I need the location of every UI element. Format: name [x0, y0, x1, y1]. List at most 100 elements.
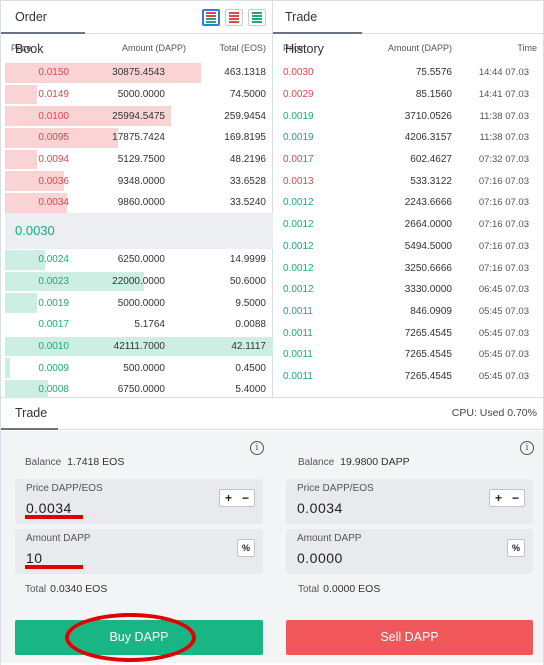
bid-total: 50.6000	[229, 276, 266, 288]
column-amount: Amount (DAPP)	[121, 43, 186, 53]
view-bids-icon[interactable]	[248, 9, 266, 26]
sell-amount-field[interactable]: Amount DAPP 0.0000 %	[286, 529, 533, 574]
ask-row[interactable]: 0.0095 17875.7424 169.8195	[1, 127, 272, 149]
trade-price: 0.0012	[283, 284, 314, 296]
price-label: Price DAPP/EOS	[26, 483, 103, 494]
ask-row[interactable]: 0.0149 5000.0000 74.5000	[1, 84, 272, 106]
total-value: 0.0000 EOS	[323, 583, 381, 595]
bid-row[interactable]: 0.0017 5.1764 0.0088	[1, 314, 272, 336]
bid-total: 0.4500	[235, 362, 266, 374]
view-both-icon[interactable]	[202, 9, 220, 26]
ask-amount: 5000.0000	[117, 89, 165, 101]
trade-amount: 3710.0526	[404, 110, 452, 122]
tab-trade[interactable]: Trade	[1, 398, 58, 430]
trade-time: 06:45 07.03	[478, 284, 529, 296]
trade-history-row: 0.0029 85.1560 14:41 07.03	[273, 84, 543, 106]
trade-header: Trade CPU: Used 0.70%	[1, 398, 543, 430]
trade-amount: 533.3122	[410, 175, 452, 187]
trade-amount: 5494.5000	[404, 240, 452, 252]
ask-amount: 5129.7500	[117, 154, 165, 166]
bid-row[interactable]: 0.0010 42111.7000 42.1117	[1, 336, 273, 358]
info-icon[interactable]: i	[250, 441, 264, 455]
trade-price: 0.0011	[283, 370, 313, 382]
trade-history-row: 0.0019 3710.0526 11:38 07.03	[273, 105, 543, 127]
ask-amount: 17875.7424	[112, 132, 165, 144]
info-icon[interactable]: i	[520, 441, 534, 455]
order-book-header: Order Book	[1, 1, 272, 56]
sell-form: i Balance 19.9800 DAPP Price DAPP/EOS 0.0…	[272, 431, 543, 663]
bid-row[interactable]: 0.0023 22000.0000 50.6000	[1, 271, 272, 293]
sell-button[interactable]: Sell DAPP	[286, 620, 533, 655]
trade-price: 0.0012	[283, 219, 314, 231]
ask-list: 0.0150 30875.4543 463.1318 0.0149 5000.0000 7…	[1, 62, 272, 214]
trade-amount: 3250.6666	[404, 262, 452, 274]
bid-price: 0.0010	[38, 341, 69, 353]
trade-time: 07:32 07.03	[478, 154, 529, 166]
trade-time: 11:38 07.03	[479, 110, 529, 122]
trade-time: 14:44 07.03	[478, 67, 529, 79]
buy-amount-field[interactable]: Amount DAPP 10 %	[15, 529, 263, 574]
buy-button[interactable]: Buy DAPP	[15, 620, 263, 655]
tab-trade-history[interactable]: Trade History	[273, 1, 362, 56]
bid-total: 0.0088	[235, 319, 266, 331]
price-stepper[interactable]: + −	[219, 489, 255, 507]
trade-body: i Balance 1.7418 EOS Price DAPP/EOS 0.003…	[1, 431, 543, 663]
plus-icon[interactable]: +	[220, 490, 237, 506]
view-asks-icon[interactable]	[225, 9, 243, 26]
ask-amount: 30875.4543	[112, 67, 165, 79]
bid-row[interactable]: 0.0009 500.0000 0.4500	[1, 357, 272, 379]
buy-price-input[interactable]: 0.0034	[26, 500, 72, 516]
total-label: Total	[25, 584, 47, 595]
bid-amount: 42111.7000	[113, 341, 165, 353]
sell-amount-input[interactable]: 0.0000	[297, 550, 343, 566]
buy-amount-input[interactable]: 10	[26, 550, 43, 566]
trade-time: 07:16 07.03	[478, 219, 529, 231]
tab-order-book[interactable]: Order Book	[1, 1, 85, 56]
sell-balance: Balance 19.9800 DAPP	[298, 456, 410, 468]
ask-total: 48.2196	[229, 154, 266, 166]
trade-history-panel: Trade History Price Amount (DAPP) Time 0…	[273, 0, 544, 398]
trade-amount: 7265.4545	[404, 327, 452, 339]
trade-price: 0.0011	[283, 349, 313, 361]
trade-price: 0.0012	[283, 262, 314, 274]
sell-price-field[interactable]: Price DAPP/EOS 0.0034 + −	[286, 479, 533, 524]
ask-total: 169.8195	[224, 132, 266, 144]
ask-price: 0.0094	[38, 154, 69, 166]
trade-history-row: 0.0011 7265.4545 05:45 07.03	[273, 344, 543, 366]
plus-icon[interactable]: +	[490, 490, 507, 506]
column-time: Time	[517, 43, 537, 53]
trade-amount: 7265.4545	[404, 370, 452, 382]
bid-row[interactable]: 0.0019 5000.0000 9.5000	[1, 292, 272, 314]
ask-row[interactable]: 0.0036 9348.0000 33.6528	[1, 170, 272, 192]
ask-row[interactable]: 0.0100 25994.5475 259.9454	[1, 105, 272, 127]
ask-total: 463.1318	[224, 67, 266, 79]
buy-price-field[interactable]: Price DAPP/EOS 0.0034 + −	[15, 479, 263, 524]
percent-button[interactable]: %	[237, 539, 255, 557]
amount-label: Amount DAPP	[26, 533, 91, 544]
bid-price: 0.0008	[38, 384, 69, 396]
ask-row[interactable]: 0.0034 9860.0000 33.5240	[1, 192, 272, 214]
bid-price: 0.0024	[38, 254, 69, 266]
bid-amount: 5000.0000	[117, 297, 165, 309]
ask-price: 0.0034	[38, 197, 69, 209]
balance-label: Balance	[25, 457, 62, 468]
trade-time: 05:45 07.03	[478, 305, 529, 317]
trade-price: 0.0029	[283, 89, 314, 101]
column-total: Total (EOS)	[219, 43, 266, 53]
ask-total: 33.5240	[229, 197, 266, 209]
price-stepper[interactable]: + −	[489, 489, 525, 507]
bid-total: 9.5000	[235, 297, 266, 309]
balance-value: 19.9800 DAPP	[340, 456, 410, 468]
percent-button[interactable]: %	[507, 539, 525, 557]
bid-price: 0.0017	[38, 319, 69, 331]
cpu-usage: CPU: Used 0.70%	[451, 407, 537, 419]
ask-row[interactable]: 0.0150 30875.4543 463.1318	[1, 62, 272, 84]
ask-row[interactable]: 0.0094 5129.7500 48.2196	[1, 149, 272, 171]
minus-icon[interactable]: −	[507, 490, 524, 506]
bid-row[interactable]: 0.0024 6250.0000 14.9999	[1, 249, 272, 271]
trade-history-row: 0.0012 5494.5000 07:16 07.03	[273, 236, 543, 258]
sell-price-input[interactable]: 0.0034	[297, 500, 343, 516]
trade-history-row: 0.0013 533.3122 07:16 07.03	[273, 170, 543, 192]
ask-price: 0.0150	[38, 67, 69, 79]
minus-icon[interactable]: −	[237, 490, 254, 506]
